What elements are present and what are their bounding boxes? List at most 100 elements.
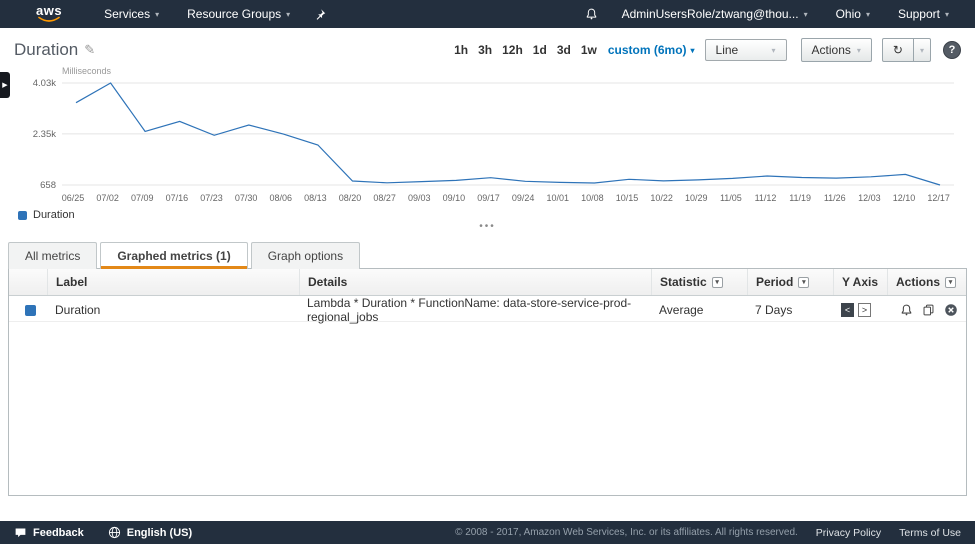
bell-icon[interactable] — [575, 7, 608, 21]
aws-logo-text: aws — [36, 5, 62, 16]
x-tick-label: 09/17 — [472, 193, 506, 203]
graphed-metrics-table: Label Details Statistic ▾ Period ▾ Y Axi… — [8, 268, 967, 496]
x-tick-label: 07/23 — [195, 193, 229, 203]
header-period: Period ▾ — [747, 269, 833, 295]
header-actions: Actions ▾ — [887, 269, 966, 295]
create-alarm-icon[interactable] — [900, 303, 913, 317]
ellipsis-icon: ••• — [479, 221, 496, 232]
y-axis-right-button[interactable]: > — [858, 303, 871, 317]
chevron-down-icon: ▾ — [866, 10, 870, 19]
header-details: Details — [299, 269, 651, 295]
flyout-arrow-icon: ▶ — [2, 81, 7, 89]
console-footer: Feedback English (US) © 2008 - 2017, Ama… — [0, 521, 975, 544]
time-range-1w[interactable]: 1w — [581, 43, 597, 57]
metric-chart: Milliseconds 4.03k2.35k658 06/2507/0207/… — [0, 64, 975, 221]
chevron-down-icon: ▾ — [286, 10, 290, 19]
top-navbar: aws Services ▾ Resource Groups ▾ AdminUs… — [0, 0, 975, 28]
sidebar-flyout-handle[interactable]: ▶ — [0, 72, 10, 98]
x-tick-label: 10/15 — [610, 193, 644, 203]
x-tick-label: 09/03 — [402, 193, 436, 203]
metric-statistic-cell[interactable]: Average — [651, 303, 747, 317]
x-tick-label: 09/24 — [506, 193, 540, 203]
x-tick-label: 07/09 — [125, 193, 159, 203]
nav-resource-groups[interactable]: Resource Groups ▾ — [173, 0, 304, 28]
tab-graphed-metrics[interactable]: Graphed metrics (1) — [100, 242, 247, 269]
chevron-down-icon: ▾ — [857, 46, 861, 55]
x-tick-label: 09/10 — [437, 193, 471, 203]
table-header-row: Label Details Statistic ▾ Period ▾ Y Axi… — [9, 269, 966, 296]
time-range-1d[interactable]: 1d — [533, 43, 547, 57]
x-tick-label: 08/27 — [368, 193, 402, 203]
chevron-down-icon: ▾ — [772, 46, 776, 55]
custom-range-link[interactable]: custom (6mo) ▾ — [608, 43, 695, 57]
aws-smile-icon — [37, 16, 61, 23]
period-filter-icon[interactable]: ▾ — [798, 277, 809, 288]
panel-resize-handle[interactable]: ••• — [0, 221, 975, 235]
metric-period-cell[interactable]: 7 Days — [747, 303, 833, 317]
language-selector[interactable]: English (US) — [108, 526, 192, 539]
metric-color-checkbox[interactable] — [25, 305, 36, 316]
nav-user-menu[interactable]: AdminUsersRole/ztwang@thou... ▾ — [608, 0, 822, 28]
x-tick-label: 11/05 — [714, 193, 748, 203]
actions-filter-icon[interactable]: ▾ — [945, 277, 956, 288]
header-y-axis: Y Axis — [833, 269, 887, 295]
x-tick-label: 06/25 — [56, 193, 90, 203]
globe-icon — [108, 526, 121, 539]
time-range-1h[interactable]: 1h — [454, 43, 468, 57]
metrics-tabs: All metrics Graphed metrics (1) Graph op… — [0, 235, 975, 268]
time-range-3d[interactable]: 3d — [557, 43, 571, 57]
help-button[interactable]: ? — [943, 41, 961, 59]
remove-metric-icon[interactable] — [944, 303, 958, 317]
chevron-down-icon: ▾ — [945, 10, 949, 19]
nav-services[interactable]: Services ▾ — [90, 0, 173, 28]
statistic-filter-icon[interactable]: ▾ — [712, 277, 723, 288]
x-tick-label: 08/06 — [264, 193, 298, 203]
metric-label-cell: Duration — [47, 303, 299, 317]
x-tick-label: 10/22 — [645, 193, 679, 203]
x-tick-label: 10/08 — [575, 193, 609, 203]
header-checkbox-column — [9, 269, 47, 295]
duplicate-icon[interactable] — [922, 303, 935, 317]
y-axis-labels: 4.03k2.35k658 — [14, 78, 56, 190]
y-tick-label: 2.35k — [33, 129, 56, 140]
x-tick-label: 11/19 — [783, 193, 817, 203]
y-axis-left-button[interactable]: < — [841, 303, 854, 317]
aws-logo[interactable]: aws — [36, 5, 62, 23]
x-tick-label: 10/01 — [541, 193, 575, 203]
tab-all-metrics[interactable]: All metrics — [8, 242, 97, 269]
time-range-3h[interactable]: 3h — [478, 43, 492, 57]
refresh-icon: ↻ — [893, 43, 903, 57]
speech-bubble-icon — [14, 527, 27, 539]
chevron-down-icon: ▾ — [155, 10, 159, 19]
pin-icon[interactable] — [304, 8, 336, 21]
duration-line-chart[interactable] — [62, 78, 954, 190]
time-range-12h[interactable]: 12h — [502, 43, 523, 57]
metric-details-cell: Lambda * Duration * FunctionName: data-s… — [299, 296, 651, 324]
chart-type-select[interactable]: Line ▾ — [705, 39, 787, 61]
actions-button[interactable]: Actions ▾ — [801, 38, 872, 62]
x-tick-label: 12/03 — [852, 193, 886, 203]
x-tick-label: 07/30 — [229, 193, 263, 203]
refresh-button[interactable]: ↻ — [882, 38, 914, 62]
x-axis-labels: 06/2507/0207/0907/1607/2307/3008/0608/13… — [56, 190, 956, 203]
x-tick-label: 07/02 — [91, 193, 125, 203]
terms-of-use-link[interactable]: Terms of Use — [899, 527, 961, 539]
x-tick-label: 12/10 — [887, 193, 921, 203]
x-tick-label: 08/13 — [298, 193, 332, 203]
nav-region-menu[interactable]: Ohio ▾ — [822, 0, 884, 28]
refresh-options-button[interactable]: ▾ — [914, 38, 931, 62]
chart-legend[interactable]: Duration — [18, 209, 961, 221]
x-tick-label: 07/16 — [160, 193, 194, 203]
privacy-policy-link[interactable]: Privacy Policy — [816, 527, 881, 539]
x-tick-label: 11/26 — [818, 193, 852, 203]
tab-graph-options[interactable]: Graph options — [251, 242, 360, 269]
nav-support-menu[interactable]: Support ▾ — [884, 0, 963, 28]
copyright-text: © 2008 - 2017, Amazon Web Services, Inc.… — [455, 527, 798, 538]
feedback-button[interactable]: Feedback — [14, 527, 84, 539]
help-icon: ? — [949, 44, 956, 56]
x-tick-label: 11/12 — [749, 193, 783, 203]
edit-title-icon[interactable]: ✎ — [84, 42, 95, 58]
legend-label: Duration — [33, 209, 75, 221]
header-statistic: Statistic ▾ — [651, 269, 747, 295]
x-tick-label: 08/20 — [333, 193, 367, 203]
